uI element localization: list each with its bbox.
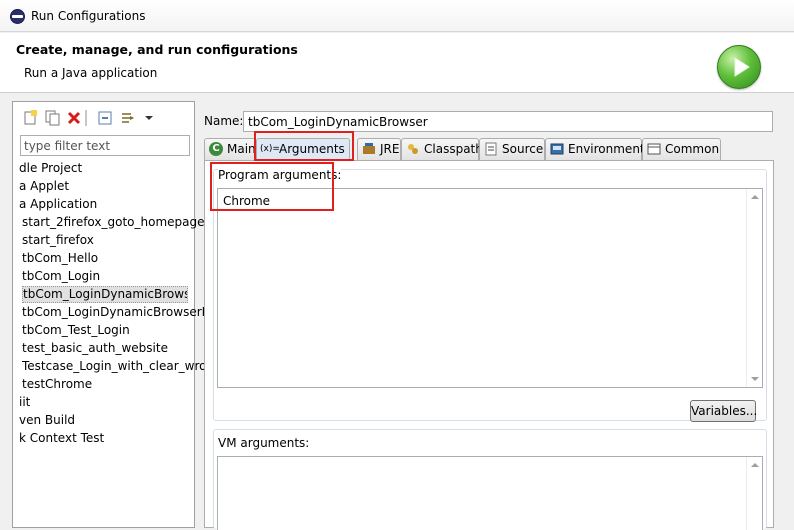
tree-toolbar bbox=[13, 102, 194, 132]
tree-item[interactable]: a Application bbox=[19, 196, 97, 213]
tree-item[interactable]: iit bbox=[19, 394, 30, 411]
vm-arguments-label: VM arguments: bbox=[218, 436, 310, 450]
vm-arguments-group: VM arguments: bbox=[213, 429, 767, 530]
environment-tab-icon bbox=[550, 142, 564, 156]
filter-input[interactable] bbox=[20, 135, 190, 156]
variables-button[interactable]: Variables... bbox=[690, 400, 757, 422]
scroll-up-icon[interactable] bbox=[751, 463, 759, 467]
main-tab-icon: C bbox=[209, 142, 223, 156]
tab-environment-label: Environment bbox=[568, 142, 645, 156]
tab-classpath-label: Classpath bbox=[424, 142, 483, 156]
tab-main-label: Main bbox=[227, 142, 256, 156]
tree-item[interactable]: tbCom_LoginDynamicBrowser bbox=[22, 286, 188, 303]
configuration-tree-panel: dle Projecta Appleta Applicationstart_2f… bbox=[12, 101, 211, 528]
tree-item[interactable]: dle Project bbox=[19, 160, 82, 177]
scroll-down-icon[interactable] bbox=[751, 377, 759, 381]
scroll-up-icon[interactable] bbox=[751, 195, 759, 199]
name-label: Name: bbox=[204, 114, 244, 128]
tree-item[interactable]: Testcase_Login_with_clear_wror bbox=[22, 358, 211, 375]
classpath-tab-icon bbox=[406, 142, 420, 156]
tree-item[interactable]: tbCom_Login bbox=[22, 268, 100, 285]
title-bar: Run Configurations bbox=[0, 0, 794, 32]
tree-item[interactable]: tbCom_LoginDynamicBrowserD bbox=[22, 304, 211, 321]
tab-jre[interactable]: JRE bbox=[357, 138, 401, 160]
tab-jre-label: JRE bbox=[380, 142, 400, 156]
tab-main[interactable]: C Main bbox=[204, 138, 256, 160]
tab-classpath[interactable]: Classpath bbox=[401, 138, 483, 160]
tree-item[interactable]: a Applet bbox=[19, 178, 69, 195]
vm-arguments-scrollbar[interactable] bbox=[746, 457, 762, 530]
highlight-program-arguments bbox=[210, 162, 334, 211]
dialog-subheading: Run a Java application bbox=[24, 66, 158, 80]
toolbar-separator bbox=[85, 110, 87, 126]
tree-item[interactable]: start_firefox bbox=[22, 232, 94, 249]
common-tab-icon bbox=[647, 142, 661, 156]
tree-item[interactable]: start_2firefox_goto_homepage bbox=[22, 214, 205, 231]
tab-common[interactable]: Common bbox=[642, 138, 721, 160]
arguments-tab-content: Program arguments: Chrome Variables... V… bbox=[204, 160, 774, 530]
highlight-arguments-tab bbox=[254, 131, 354, 161]
tree-item[interactable]: tbCom_Test_Login bbox=[22, 322, 130, 339]
window-title: Run Configurations bbox=[31, 9, 146, 23]
collapse-all-icon[interactable] bbox=[97, 110, 113, 126]
new-configuration-icon[interactable] bbox=[22, 110, 38, 126]
tree-item[interactable]: testChrome bbox=[22, 376, 92, 393]
eclipse-icon bbox=[10, 9, 25, 24]
source-tab-icon bbox=[484, 142, 498, 156]
dialog-header: Create, manage, and run configurations R… bbox=[0, 33, 794, 93]
tree-item[interactable]: test_basic_auth_website bbox=[22, 340, 168, 357]
filter-icon[interactable] bbox=[120, 110, 136, 126]
tree-item[interactable]: ven Build bbox=[19, 412, 75, 429]
jre-tab-icon bbox=[362, 142, 376, 156]
tree-item[interactable]: tbCom_Hello bbox=[22, 250, 98, 267]
tab-source[interactable]: Source bbox=[479, 138, 545, 160]
view-menu-chevron-down-icon[interactable] bbox=[141, 110, 157, 126]
tab-source-label: Source bbox=[502, 142, 544, 156]
tab-common-label: Common bbox=[665, 142, 720, 156]
name-field[interactable] bbox=[243, 111, 773, 132]
tab-environment[interactable]: Environment bbox=[545, 138, 645, 160]
tree-item[interactable]: k Context Test bbox=[19, 430, 104, 447]
dialog-heading: Create, manage, and run configurations bbox=[16, 42, 298, 57]
delete-icon[interactable] bbox=[66, 110, 82, 126]
duplicate-icon[interactable] bbox=[44, 110, 60, 126]
run-icon bbox=[717, 45, 761, 89]
vm-arguments-textarea[interactable] bbox=[217, 456, 763, 530]
program-arguments-textarea[interactable]: Chrome bbox=[217, 188, 763, 388]
program-arguments-scrollbar[interactable] bbox=[746, 189, 762, 387]
